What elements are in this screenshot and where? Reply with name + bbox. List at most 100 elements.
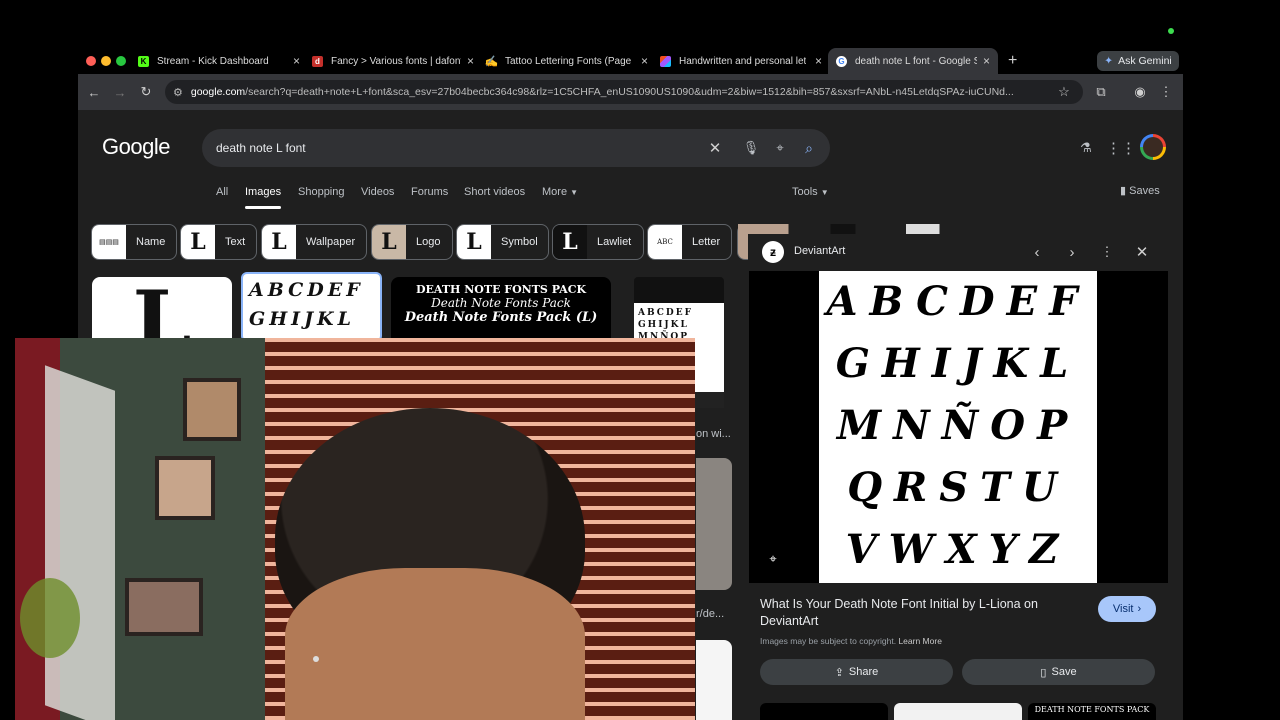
tab-forums[interactable]: Forums [411, 186, 448, 198]
figma-icon [660, 55, 671, 67]
image-result[interactable] [696, 458, 732, 590]
related-image[interactable] [760, 703, 888, 720]
chip-thumbnail: ▤▤▤ [92, 225, 126, 259]
tab-videos[interactable]: Videos [361, 186, 394, 198]
visit-button[interactable]: Visit › [1098, 596, 1156, 622]
close-window-button[interactable] [86, 56, 96, 66]
tab-all[interactable]: All [216, 186, 228, 198]
search-input[interactable]: death note L font [216, 141, 686, 155]
preview-image[interactable]: ABCDEF GHIJKL MNÑOP QRSTU VWXYZ [819, 271, 1097, 583]
minimize-window-button[interactable] [101, 56, 111, 66]
result-alphabet-preview: ABCDEF [249, 279, 364, 301]
ask-gemini-button[interactable]: ✦ Ask Gemini [1097, 51, 1179, 71]
close-tab-icon[interactable]: × [287, 54, 300, 68]
chip-thumbnail: L [262, 225, 296, 259]
result-title[interactable]: What Is Your Death Note Font Initial by … [760, 596, 1080, 630]
saves-button[interactable]: ▮ Saves [1120, 184, 1160, 197]
dafont-icon: d [312, 55, 323, 67]
browser-tab-active[interactable]: G death note L font - Google Se × [828, 48, 998, 74]
frosted-window [45, 365, 115, 720]
bookmark-star-icon[interactable]: ☆ [1054, 82, 1074, 102]
browser-tab[interactable]: Handwritten and personal let × [660, 48, 822, 74]
result-caption[interactable]: r/de... [696, 608, 724, 620]
extensions-icon[interactable]: ⧉ [1091, 82, 1111, 102]
source-name[interactable]: DeviantArt [794, 245, 845, 257]
profile-icon[interactable]: ◉ [1130, 82, 1150, 102]
close-tab-icon[interactable]: × [977, 54, 990, 68]
image-result[interactable] [696, 640, 732, 720]
tab-shopping[interactable]: Shopping [298, 186, 345, 198]
tools-button[interactable]: Tools ▼ [792, 186, 829, 198]
earring [313, 656, 319, 662]
clear-search-icon[interactable]: ✕ [705, 138, 725, 158]
labs-flask-icon[interactable]: ⚗ [1076, 138, 1096, 158]
status-dot [1168, 28, 1174, 34]
share-button[interactable]: ⇪ Share [760, 659, 953, 685]
close-tab-icon[interactable]: × [461, 54, 474, 68]
copyright-note: Images may be subject to copyright. Lear… [760, 636, 942, 646]
chip-thumbnail: L [457, 225, 491, 259]
filter-chip-wallpaper[interactable]: L Wallpaper [261, 224, 367, 260]
image-result[interactable]: L [92, 277, 232, 347]
address-bar[interactable]: ⚙ google.com/search?q=death+note+L+font&… [165, 80, 1083, 104]
lens-icon[interactable]: ⌖ [770, 138, 790, 158]
result-caption[interactable]: on wi... [696, 428, 731, 440]
result-glyph-l: L [132, 277, 192, 347]
reload-icon[interactable]: ↻ [136, 82, 156, 102]
gemini-sparkle-icon: ✦ [1104, 55, 1114, 67]
filter-chip-lawliet[interactable]: L Lawliet [552, 224, 644, 260]
related-image[interactable] [894, 703, 1022, 720]
bookmark-icon: ▯ [1040, 666, 1047, 679]
face [285, 568, 585, 720]
chip-thumbnail: L [372, 225, 406, 259]
search-icon[interactable]: ⌕ [799, 138, 819, 158]
caret-down-icon: ▼ [570, 188, 579, 197]
image-result-selected[interactable]: ABCDEF GHIJKL [241, 272, 382, 342]
related-image[interactable]: DEATH NOTE FONTS PACK [1028, 703, 1156, 720]
new-tab-icon[interactable]: + [1008, 52, 1017, 70]
close-tab-icon[interactable]: × [635, 54, 648, 68]
more-options-icon[interactable]: ⋮ [1097, 242, 1117, 262]
previous-icon[interactable]: ‹ [1027, 242, 1047, 262]
tab-images[interactable]: Images [245, 186, 281, 198]
tab-more[interactable]: More ▼ [542, 186, 578, 198]
apps-grid-icon[interactable]: ⋮⋮ [1106, 138, 1136, 158]
forward-icon[interactable]: → [110, 82, 130, 102]
back-icon[interactable]: ← [84, 82, 104, 102]
chip-thumbnail: ABC [648, 225, 682, 259]
font-site-icon: ✍ [484, 55, 499, 68]
account-avatar[interactable] [1140, 134, 1166, 160]
chip-overflow-strip [738, 224, 1158, 234]
picture-frame [125, 578, 203, 636]
filter-chip-text[interactable]: L Text [180, 224, 257, 260]
filter-chip-name[interactable]: ▤▤▤ Name [91, 224, 177, 260]
filter-chip-logo[interactable]: L Logo [371, 224, 453, 260]
tab-short-videos[interactable]: Short videos [464, 186, 525, 198]
search-box[interactable]: death note L font [202, 129, 830, 167]
filter-chip-symbol[interactable]: L Symbol [456, 224, 549, 260]
learn-more-link[interactable]: Learn More [898, 636, 941, 646]
google-icon: G [836, 55, 847, 67]
close-tab-icon[interactable]: × [809, 54, 822, 68]
lens-search-image-icon[interactable]: ⌖ [763, 549, 783, 569]
plant [20, 578, 80, 658]
share-icon: ⇪ [834, 666, 844, 679]
browser-tab[interactable]: ✍ Tattoo Lettering Fonts (Page × [484, 48, 648, 74]
site-info-icon[interactable]: ⚙ [173, 86, 183, 99]
kick-icon: K [138, 55, 149, 67]
saves-icon: ▮ [1120, 185, 1127, 197]
close-panel-icon[interactable]: ✕ [1132, 242, 1152, 262]
picture-frame [155, 456, 215, 520]
browser-tab[interactable]: K Stream - Kick Dashboard × [138, 48, 300, 74]
microphone-icon[interactable]: 🎙 [741, 138, 761, 158]
image-result[interactable]: DEATH NOTE FONTS PACK Death Note Fonts P… [391, 277, 611, 345]
browser-menu-icon[interactable]: ⋮ [1156, 82, 1176, 102]
zoom-window-button[interactable] [116, 56, 126, 66]
filter-chip-letter[interactable]: ABC Letter [647, 224, 732, 260]
google-logo[interactable]: Google [102, 134, 170, 160]
browser-tab[interactable]: d Fancy > Various fonts | dafont × [312, 48, 474, 74]
chip-thumbnail: L [181, 225, 215, 259]
caret-down-icon: ▼ [820, 188, 829, 197]
save-button[interactable]: ▯ Save [962, 659, 1155, 685]
next-icon[interactable]: › [1062, 242, 1082, 262]
